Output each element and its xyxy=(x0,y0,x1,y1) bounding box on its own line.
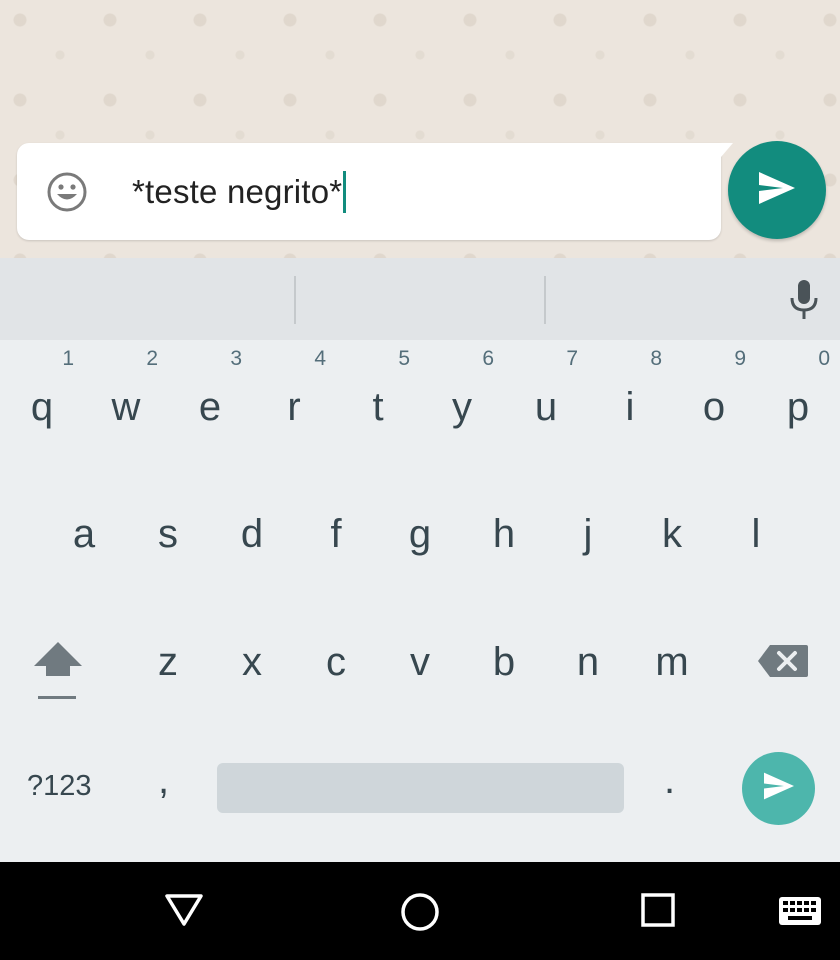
send-arrow-icon xyxy=(757,170,797,211)
key-w[interactable]: w2 xyxy=(84,347,168,439)
recents-square-icon[interactable] xyxy=(640,892,676,928)
symbols-key[interactable]: ?123 xyxy=(27,770,92,803)
key-label: k xyxy=(662,511,682,556)
key-q[interactable]: q1 xyxy=(0,347,84,439)
key-r[interactable]: r4 xyxy=(252,347,336,439)
key-label: r xyxy=(287,384,301,429)
key-e[interactable]: e3 xyxy=(168,347,252,439)
key-label: s xyxy=(158,511,178,556)
key-hint: 1 xyxy=(62,347,74,370)
backspace-key[interactable] xyxy=(756,643,810,679)
key-o[interactable]: o9 xyxy=(672,347,756,439)
key-j[interactable]: j xyxy=(546,502,630,566)
space-bar[interactable] xyxy=(217,763,624,813)
message-compose-bar[interactable]: *teste negrito* xyxy=(17,143,733,240)
smiley-face-icon[interactable] xyxy=(46,171,88,213)
key-label: v xyxy=(410,639,430,684)
suggestion-strip xyxy=(0,258,840,340)
key-h[interactable]: h xyxy=(462,502,546,566)
key-label: z xyxy=(158,639,178,684)
key-g[interactable]: g xyxy=(378,502,462,566)
key-hint: 8 xyxy=(650,347,662,370)
key-label: j xyxy=(583,511,593,556)
key-label: b xyxy=(492,639,516,684)
key-p[interactable]: p0 xyxy=(756,347,840,439)
comma-key[interactable]: , xyxy=(158,758,169,803)
shift-key[interactable] xyxy=(28,636,88,706)
key-f[interactable]: f xyxy=(294,502,378,566)
key-label: t xyxy=(372,384,384,429)
key-label: p xyxy=(786,384,810,429)
key-label: y xyxy=(452,384,472,429)
key-hint: 2 xyxy=(146,347,158,370)
key-z[interactable]: z xyxy=(126,630,210,694)
key-b[interactable]: b xyxy=(462,630,546,694)
key-label: u xyxy=(534,384,558,429)
key-label: e xyxy=(198,384,222,429)
shift-arrow-icon xyxy=(28,642,88,710)
system-navigation-bar xyxy=(0,862,840,960)
key-label: h xyxy=(492,511,516,556)
key-label: l xyxy=(751,511,761,556)
suggestion-divider xyxy=(294,276,296,324)
key-x[interactable]: x xyxy=(210,630,294,694)
key-label: w xyxy=(111,384,141,429)
key-label: o xyxy=(702,384,726,429)
key-s[interactable]: s xyxy=(126,502,210,566)
key-hint: 0 xyxy=(818,347,830,370)
keyboard-switch-icon[interactable] xyxy=(778,896,822,926)
microphone-icon[interactable] xyxy=(786,278,822,322)
key-hint: 3 xyxy=(230,347,242,370)
key-i[interactable]: i8 xyxy=(588,347,672,439)
key-hint: 4 xyxy=(314,347,326,370)
key-l[interactable]: l xyxy=(714,502,798,566)
key-label: g xyxy=(408,511,432,556)
key-label: q xyxy=(30,384,54,429)
key-hint: 5 xyxy=(398,347,410,370)
key-a[interactable]: a xyxy=(42,502,126,566)
send-arrow-icon xyxy=(762,771,796,806)
key-d[interactable]: d xyxy=(210,502,294,566)
period-key[interactable]: . xyxy=(664,758,675,803)
key-label: d xyxy=(240,511,264,556)
enter-send-key[interactable] xyxy=(742,752,815,825)
key-hint: 7 xyxy=(566,347,578,370)
key-y[interactable]: y6 xyxy=(420,347,504,439)
key-u[interactable]: u7 xyxy=(504,347,588,439)
send-button[interactable] xyxy=(728,141,826,239)
key-label: i xyxy=(625,384,635,429)
text-caret xyxy=(343,170,347,213)
back-triangle-icon[interactable] xyxy=(164,892,204,928)
backspace-icon xyxy=(756,645,810,683)
soft-keyboard: q1 w2 e3 r4 t5 y6 u7 i8 o9 p0 a s d f g … xyxy=(0,258,840,862)
message-input-text: *teste negrito* xyxy=(132,172,343,210)
key-label: m xyxy=(655,639,689,684)
key-v[interactable]: v xyxy=(378,630,462,694)
key-k[interactable]: k xyxy=(630,502,714,566)
key-m[interactable]: m xyxy=(630,630,714,694)
key-label: n xyxy=(576,639,600,684)
key-label: c xyxy=(326,639,346,684)
key-n[interactable]: n xyxy=(546,630,630,694)
key-label: a xyxy=(72,511,96,556)
key-c[interactable]: c xyxy=(294,630,378,694)
key-hint: 6 xyxy=(482,347,494,370)
key-label: f xyxy=(330,511,342,556)
key-t[interactable]: t5 xyxy=(336,347,420,439)
suggestion-divider xyxy=(544,276,546,324)
home-circle-icon[interactable] xyxy=(400,892,440,932)
message-input[interactable]: *teste negrito* xyxy=(132,170,347,213)
key-hint: 9 xyxy=(734,347,746,370)
key-label: x xyxy=(242,639,262,684)
